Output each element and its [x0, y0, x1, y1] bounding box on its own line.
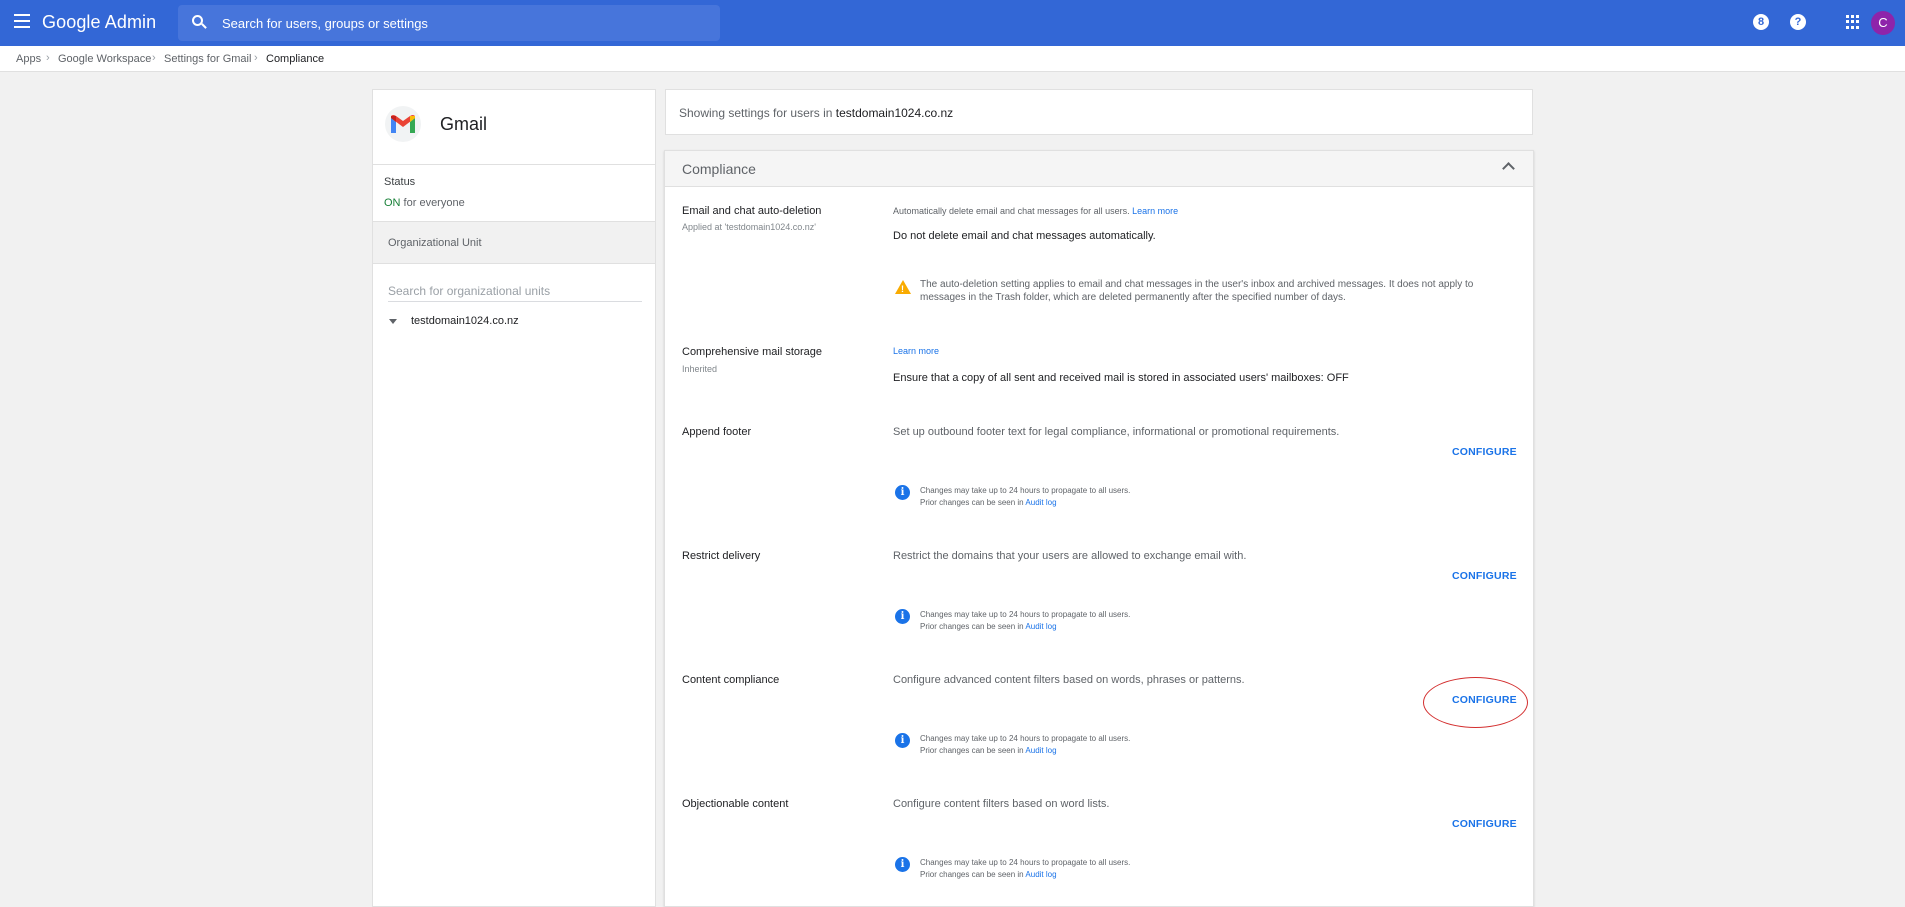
breadcrumb-google-workspace[interactable]: Google Workspace [58, 53, 151, 65]
top-bar: Google Admin Search for users, groups or… [0, 0, 1905, 46]
audit-log-line: Prior changes can be seen in Audit log [920, 621, 1130, 633]
org-unit-name[interactable]: testdomain1024.co.nz [411, 315, 519, 327]
propagation-text: Changes may take up to 24 hours to propa… [920, 734, 1131, 743]
propagation-notice: Changes may take up to 24 hours to propa… [920, 857, 1130, 881]
audit-log-link[interactable]: Audit log [1025, 622, 1056, 631]
audit-log-line: Prior changes can be seen in Audit log [920, 745, 1130, 757]
search-bar[interactable]: Search for users, groups or settings [178, 5, 720, 41]
objectionable-content-configure-button[interactable]: CONFIGURE [1452, 818, 1517, 830]
info-icon: i [895, 485, 910, 500]
propagation-text: Changes may take up to 24 hours to propa… [920, 610, 1131, 619]
main-menu-icon[interactable] [14, 14, 30, 30]
auto-deletion-warning: The auto-deletion setting applies to ema… [920, 278, 1520, 304]
org-unit-search-input[interactable]: Search for organizational units [388, 284, 642, 302]
auto-deletion-subtitle: Applied at 'testdomain1024.co.nz' [682, 222, 817, 232]
auto-deletion-title[interactable]: Email and chat auto-deletion [682, 205, 821, 217]
auto-deletion-value: Do not delete email and chat messages au… [893, 230, 1156, 242]
objectionable-content-title[interactable]: Objectionable content [682, 798, 788, 810]
org-unit-header: Organizational Unit [373, 221, 655, 264]
scope-domain: testdomain1024.co.nz [835, 106, 954, 120]
mail-storage-value: Ensure that a copy of all sent and recei… [893, 372, 1349, 384]
audit-log-prefix: Prior changes can be seen in [920, 746, 1026, 755]
audit-log-prefix: Prior changes can be seen in [920, 870, 1026, 879]
brand-logo[interactable]: Google Admin [42, 12, 156, 33]
propagation-text: Changes may take up to 24 hours to propa… [920, 858, 1131, 867]
audit-log-link[interactable]: Audit log [1025, 870, 1056, 879]
breadcrumb-separator: › [46, 52, 50, 64]
append-footer-configure-button[interactable]: CONFIGURE [1452, 446, 1517, 458]
warning-line: The auto-deletion setting applies to ema… [920, 279, 1474, 290]
propagation-notice: Changes may take up to 24 hours to propa… [920, 733, 1130, 757]
status-scope: for everyone [400, 197, 465, 209]
restrict-delivery-desc: Restrict the domains that your users are… [893, 550, 1247, 562]
restrict-delivery-configure-button[interactable]: CONFIGURE [1452, 570, 1517, 582]
audit-log-line: Prior changes can be seen in Audit log [920, 869, 1130, 881]
propagation-text: Changes may take up to 24 hours to propa… [920, 486, 1131, 495]
divider [373, 164, 655, 165]
info-icon: i [895, 733, 910, 748]
mail-storage-subtitle: Inherited [682, 364, 718, 374]
account-avatar[interactable]: C [1871, 11, 1895, 35]
help-icon[interactable]: ? [1790, 14, 1806, 30]
auto-deletion-desc: Automatically delete email and chat mess… [893, 206, 1178, 216]
breadcrumb-separator: › [152, 52, 156, 64]
org-unit-header-label: Organizational Unit [388, 237, 482, 249]
compliance-card-header[interactable]: Compliance [665, 151, 1533, 187]
apps-grid-icon[interactable] [1846, 15, 1860, 29]
search-input[interactable]: Search for users, groups or settings [222, 16, 428, 31]
scope-prefix: Showing settings for users in [679, 106, 836, 120]
audit-log-prefix: Prior changes can be seen in [920, 498, 1026, 507]
auto-deletion-desc-text: Automatically delete email and chat mess… [893, 206, 1130, 216]
objectionable-content-desc: Configure content filters based on word … [893, 798, 1110, 810]
breadcrumb: Apps › Google Workspace › Settings for G… [0, 46, 1905, 72]
restrict-delivery-title[interactable]: Restrict delivery [682, 550, 760, 562]
scope-banner: Showing settings for users in testdomain… [665, 89, 1533, 135]
app-name: Gmail [440, 114, 488, 134]
learn-more-link[interactable]: Learn more [1132, 206, 1178, 216]
notifications-icon[interactable]: 8 [1753, 14, 1769, 30]
content-compliance-title[interactable]: Content compliance [682, 674, 779, 686]
scope-text: Showing settings for users in testdomain… [679, 106, 953, 120]
status-label: Status [384, 176, 416, 188]
audit-log-prefix: Prior changes can be seen in [920, 622, 1026, 631]
highlight-annotation [1423, 677, 1528, 728]
warning-line: messages in the Trash folder, which are … [920, 292, 1346, 303]
status-value: ON for everyone [384, 197, 465, 209]
audit-log-line: Prior changes can be seen in Audit log [920, 497, 1130, 509]
breadcrumb-separator: › [254, 52, 258, 64]
content-compliance-desc: Configure advanced content filters based… [893, 674, 1245, 686]
section-title: Compliance [682, 161, 756, 177]
breadcrumb-compliance: Compliance [266, 53, 325, 65]
propagation-notice: Changes may take up to 24 hours to propa… [920, 609, 1130, 633]
gmail-logo-icon [385, 106, 421, 142]
collapse-icon[interactable] [1502, 162, 1515, 175]
mail-storage-learn-more: Learn more [893, 346, 939, 356]
append-footer-title[interactable]: Append footer [682, 426, 751, 438]
append-footer-desc: Set up outbound footer text for legal co… [893, 426, 1340, 438]
app-sidebar: Gmail Status ON for everyone Organizatio… [372, 89, 656, 907]
propagation-notice: Changes may take up to 24 hours to propa… [920, 485, 1130, 509]
warning-icon: ! [895, 280, 911, 294]
compliance-card: Compliance Email and chat auto-deletion … [664, 150, 1534, 907]
search-icon [192, 15, 208, 31]
mail-storage-title[interactable]: Comprehensive mail storage [682, 346, 822, 358]
info-icon: i [895, 609, 910, 624]
status-on: ON [384, 197, 401, 209]
audit-log-link[interactable]: Audit log [1025, 746, 1056, 755]
learn-more-link[interactable]: Learn more [893, 346, 939, 356]
audit-log-link[interactable]: Audit log [1025, 498, 1056, 507]
expand-caret-icon[interactable] [389, 319, 397, 324]
breadcrumb-settings-gmail[interactable]: Settings for Gmail [164, 53, 251, 65]
info-icon: i [895, 857, 910, 872]
breadcrumb-apps[interactable]: Apps [16, 53, 41, 65]
